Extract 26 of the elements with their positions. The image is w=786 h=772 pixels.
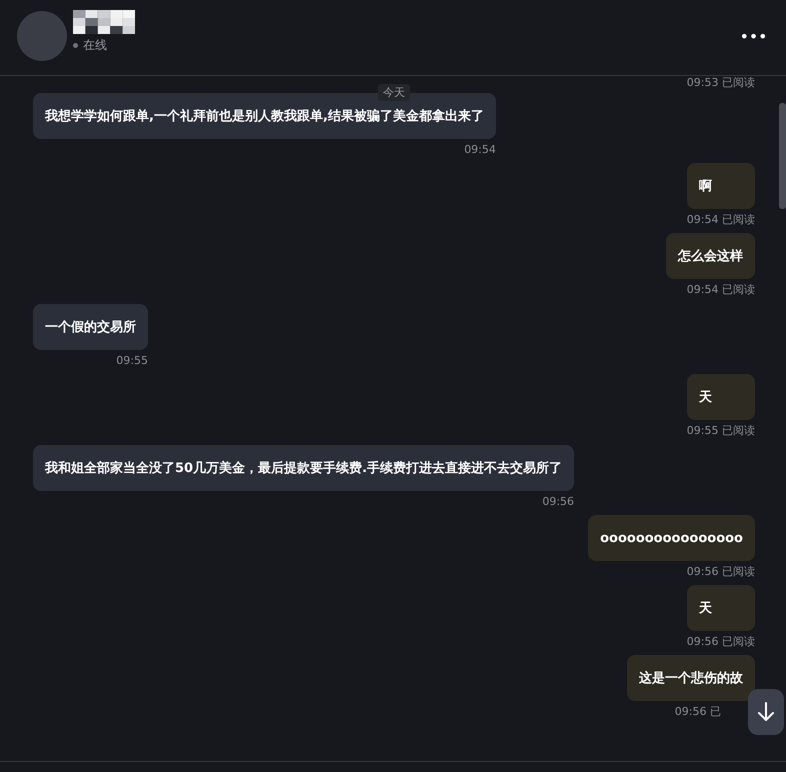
message-meta: 09:56 已 xyxy=(674,705,722,719)
message-bubble: 天 xyxy=(686,585,755,631)
message-bubble: oooooooooooooooo xyxy=(588,515,755,561)
scrollbar[interactable] xyxy=(779,103,786,209)
message-meta: 09:54 已阅读 xyxy=(686,283,755,297)
message-meta: 09:55 已阅读 xyxy=(686,424,755,438)
scroll-down-button[interactable] xyxy=(748,689,784,735)
message-meta: 09:56 已阅读 xyxy=(686,565,755,579)
message-bubble: 啊 xyxy=(686,163,755,209)
avatar xyxy=(17,10,67,60)
pixelated-name xyxy=(73,10,135,34)
message-bubble: 我和姐全部家当全没了50几万美金，最后提款要手续费.手续费打进去直接进不去交易所了 xyxy=(33,445,574,491)
menu-button[interactable]: ••• xyxy=(736,26,772,49)
status-dot xyxy=(73,42,78,48)
message-meta: 09:56 已阅读 xyxy=(686,635,755,649)
message-meta: 09:53 已阅读 xyxy=(686,76,755,90)
message-meta: 09:55 xyxy=(115,354,148,368)
online-status: 在线 xyxy=(83,36,107,54)
message-bubble: 怎么会这样 xyxy=(666,233,755,279)
down-arrow-icon xyxy=(756,701,776,723)
message-bubble: 这是一个悲伤的故 xyxy=(627,655,755,701)
message-bubble: 天 xyxy=(686,374,755,420)
message-meta: 09:54 xyxy=(463,143,496,157)
message-meta: 09:56 xyxy=(541,495,574,509)
message-meta: 09:54 已阅读 xyxy=(686,213,755,227)
message-bubble: 一个假的交易所 xyxy=(33,304,148,350)
